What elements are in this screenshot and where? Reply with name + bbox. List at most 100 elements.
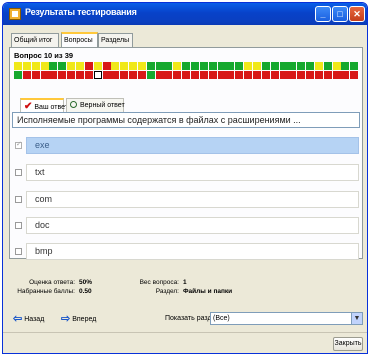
question-status-cell[interactable]: [191, 71, 199, 79]
question-status-cell[interactable]: [22, 71, 31, 79]
question-status-cell[interactable]: [226, 62, 235, 70]
question-status-cell[interactable]: [208, 62, 217, 70]
question-status-cell[interactable]: [323, 71, 332, 79]
question-status-cell[interactable]: [199, 71, 208, 79]
question-status-cell[interactable]: [49, 62, 58, 70]
question-status-cell[interactable]: [14, 62, 22, 70]
answer-option-5[interactable]: bmp: [26, 243, 359, 260]
answer-option-3[interactable]: com: [26, 191, 359, 208]
question-status-cell[interactable]: [173, 71, 182, 79]
tab-questions[interactable]: Вопросы: [61, 32, 98, 48]
question-status-cell[interactable]: [306, 62, 315, 70]
answer-checkbox-3[interactable]: [15, 196, 22, 203]
question-status-cell[interactable]: [297, 62, 306, 70]
question-status-cell[interactable]: [137, 62, 146, 70]
question-status-cell[interactable]: [14, 71, 22, 79]
answer-checkbox-2[interactable]: [15, 169, 22, 176]
question-status-cell[interactable]: [182, 62, 191, 70]
question-status-cell[interactable]: [314, 71, 323, 79]
question-status-cell[interactable]: [155, 62, 164, 70]
question-status-cell[interactable]: [67, 71, 76, 79]
question-status-cell[interactable]: [252, 62, 261, 70]
question-status-cell[interactable]: [146, 71, 155, 79]
maximize-button[interactable]: □: [332, 6, 348, 22]
question-status-cell[interactable]: [244, 71, 253, 79]
question-status-cell[interactable]: [40, 62, 49, 70]
question-status-cell[interactable]: [297, 71, 306, 79]
question-status-cell[interactable]: [226, 71, 235, 79]
question-status-cell[interactable]: [93, 71, 102, 79]
question-status-cell[interactable]: [102, 62, 111, 70]
question-status-cell[interactable]: [288, 62, 297, 70]
question-status-cell[interactable]: [235, 71, 244, 79]
title-bar[interactable]: Результаты тестирования _ □ ✕: [3, 3, 367, 25]
answer-option-2[interactable]: txt: [26, 164, 359, 181]
question-status-cell[interactable]: [49, 71, 58, 79]
question-status-cell[interactable]: [279, 62, 288, 70]
question-status-cell[interactable]: [341, 62, 350, 70]
question-status-cell[interactable]: [111, 62, 120, 70]
question-status-cell[interactable]: [146, 62, 155, 70]
question-status-cell[interactable]: [270, 62, 279, 70]
tab-summary[interactable]: Общий итог: [11, 33, 59, 47]
question-status-cell[interactable]: [323, 62, 332, 70]
question-status-cell[interactable]: [314, 62, 323, 70]
close-button[interactable]: Закрыть: [333, 337, 363, 351]
forward-button[interactable]: ⇨ Вперед: [61, 312, 96, 326]
question-status-cell[interactable]: [306, 71, 315, 79]
minimize-button[interactable]: _: [315, 6, 331, 22]
question-status-cell[interactable]: [164, 62, 173, 70]
question-status-cell[interactable]: [244, 62, 253, 70]
question-status-cell[interactable]: [350, 62, 359, 70]
question-status-cell[interactable]: [111, 71, 120, 79]
question-status-cell[interactable]: [31, 71, 40, 79]
question-status-cell[interactable]: [217, 71, 226, 79]
question-status-cell[interactable]: [208, 71, 217, 79]
question-status-cell[interactable]: [191, 62, 199, 70]
question-status-cell[interactable]: [279, 71, 288, 79]
question-status-cell[interactable]: [120, 71, 129, 79]
answer-checkbox-5[interactable]: [15, 248, 22, 255]
question-status-cell[interactable]: [137, 71, 146, 79]
question-status-cell[interactable]: [217, 62, 226, 70]
question-status-cell[interactable]: [288, 71, 297, 79]
tab-correct-answer[interactable]: Верный ответ: [66, 98, 125, 112]
question-status-cell[interactable]: [58, 62, 67, 70]
question-status-cell[interactable]: [75, 62, 84, 70]
question-status-cell[interactable]: [261, 62, 270, 70]
question-status-cell[interactable]: [67, 62, 76, 70]
question-status-cell[interactable]: [341, 71, 350, 79]
question-status-cell[interactable]: [261, 71, 270, 79]
back-button[interactable]: ⇦ Назад: [13, 312, 44, 326]
question-status-cell[interactable]: [75, 71, 84, 79]
question-status-cell[interactable]: [84, 62, 93, 70]
question-status-cell[interactable]: [93, 62, 102, 70]
close-window-button[interactable]: ✕: [349, 6, 365, 22]
question-status-cell[interactable]: [270, 71, 279, 79]
answer-checkbox-1[interactable]: [15, 140, 22, 149]
question-status-cell[interactable]: [120, 62, 129, 70]
question-status-cell[interactable]: [22, 62, 31, 70]
question-status-cell[interactable]: [235, 62, 244, 70]
question-status-cell[interactable]: [182, 71, 191, 79]
question-status-cell[interactable]: [173, 62, 182, 70]
question-status-cell[interactable]: [58, 71, 67, 79]
question-status-cell[interactable]: [102, 71, 111, 79]
question-status-cell[interactable]: [164, 71, 173, 79]
answer-option-4[interactable]: doc: [26, 217, 359, 234]
question-status-cell[interactable]: [350, 71, 359, 79]
answer-checkbox-4[interactable]: [15, 222, 22, 229]
question-status-cell[interactable]: [332, 62, 341, 70]
question-status-cell[interactable]: [332, 71, 341, 79]
tab-your-answer[interactable]: ✔ Ваш ответ: [20, 98, 68, 112]
question-status-cell[interactable]: [129, 62, 138, 70]
question-status-cell[interactable]: [155, 71, 164, 79]
tab-sections[interactable]: Разделы: [98, 33, 133, 47]
question-status-cell[interactable]: [129, 71, 138, 79]
question-status-cell[interactable]: [31, 62, 40, 70]
answer-option-1[interactable]: exe: [26, 137, 359, 154]
chevron-down-icon[interactable]: ▼: [351, 313, 362, 324]
question-status-cell[interactable]: [199, 62, 208, 70]
question-status-cell[interactable]: [252, 71, 261, 79]
question-status-cell[interactable]: [84, 71, 93, 79]
